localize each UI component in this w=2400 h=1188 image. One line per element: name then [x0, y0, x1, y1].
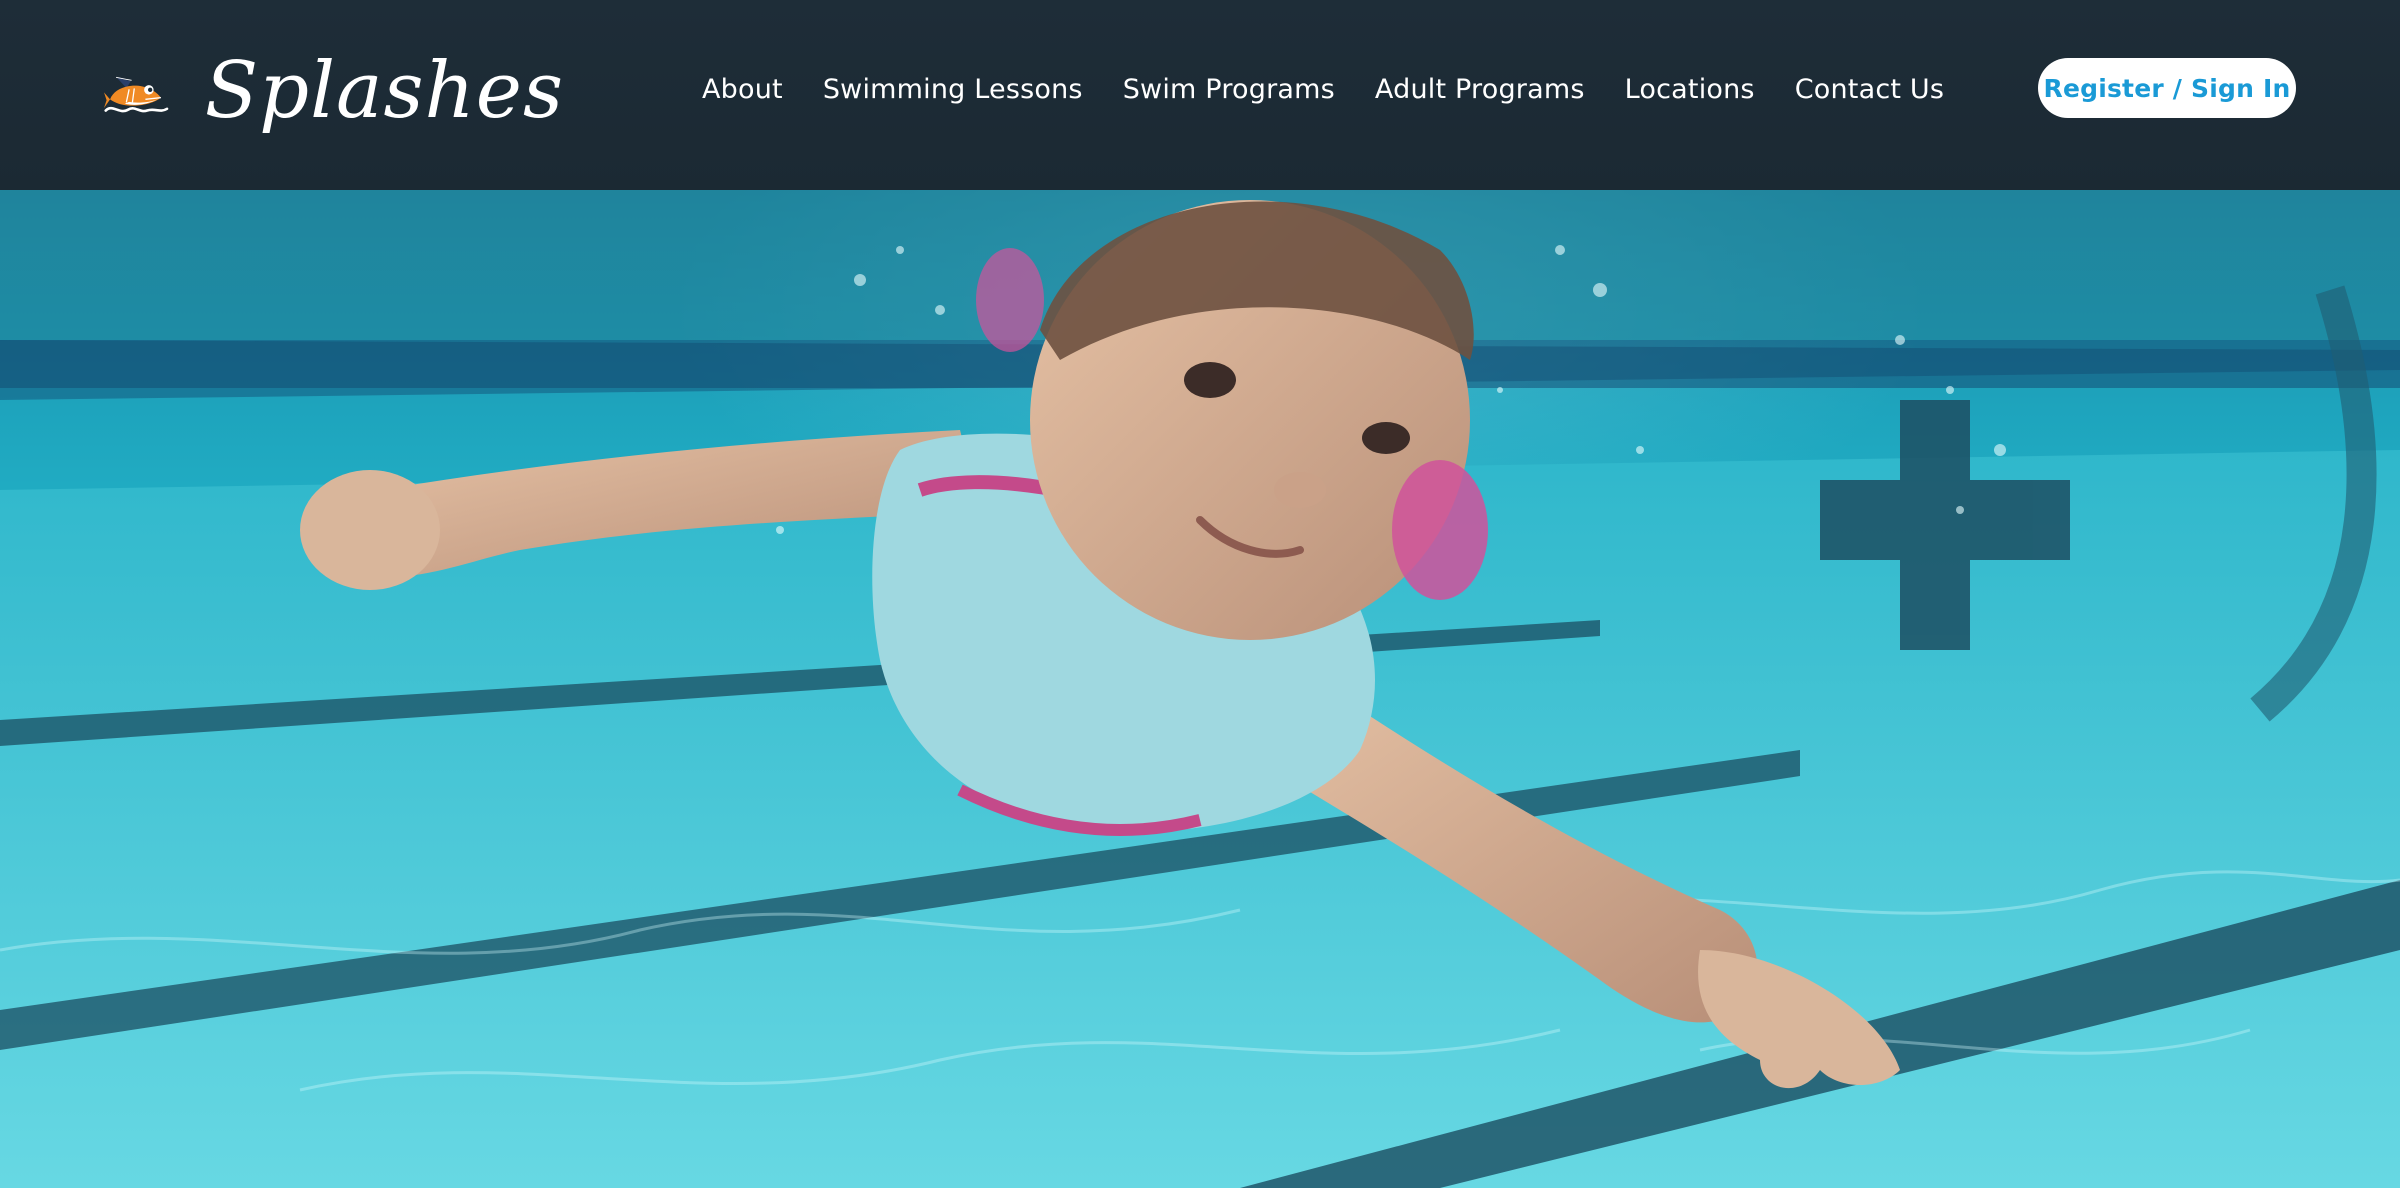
nav-item-swimming-lessons[interactable]: Swimming Lessons	[823, 74, 1083, 105]
nav-item-locations[interactable]: Locations	[1625, 74, 1755, 105]
brand-logo[interactable]: Splashes	[104, 40, 564, 150]
nav-item-swim-programs[interactable]: Swim Programs	[1123, 74, 1335, 105]
register-sign-in-button[interactable]: Register / Sign In	[2038, 58, 2296, 118]
nav-item-adult-programs[interactable]: Adult Programs	[1375, 74, 1585, 105]
nav-item-about[interactable]: About	[702, 74, 783, 105]
brand-name: Splashes	[204, 46, 564, 136]
hero-image	[0, 190, 2400, 1188]
main-nav: About Swimming Lessons Swim Programs Adu…	[702, 66, 1944, 112]
nav-item-contact-us[interactable]: Contact Us	[1795, 74, 1944, 105]
site-header: Splashes About Swimming Lessons Swim Pro…	[0, 0, 2400, 190]
hero-photo-illustration	[0, 190, 2400, 1188]
shark-mascot-icon	[104, 76, 169, 113]
